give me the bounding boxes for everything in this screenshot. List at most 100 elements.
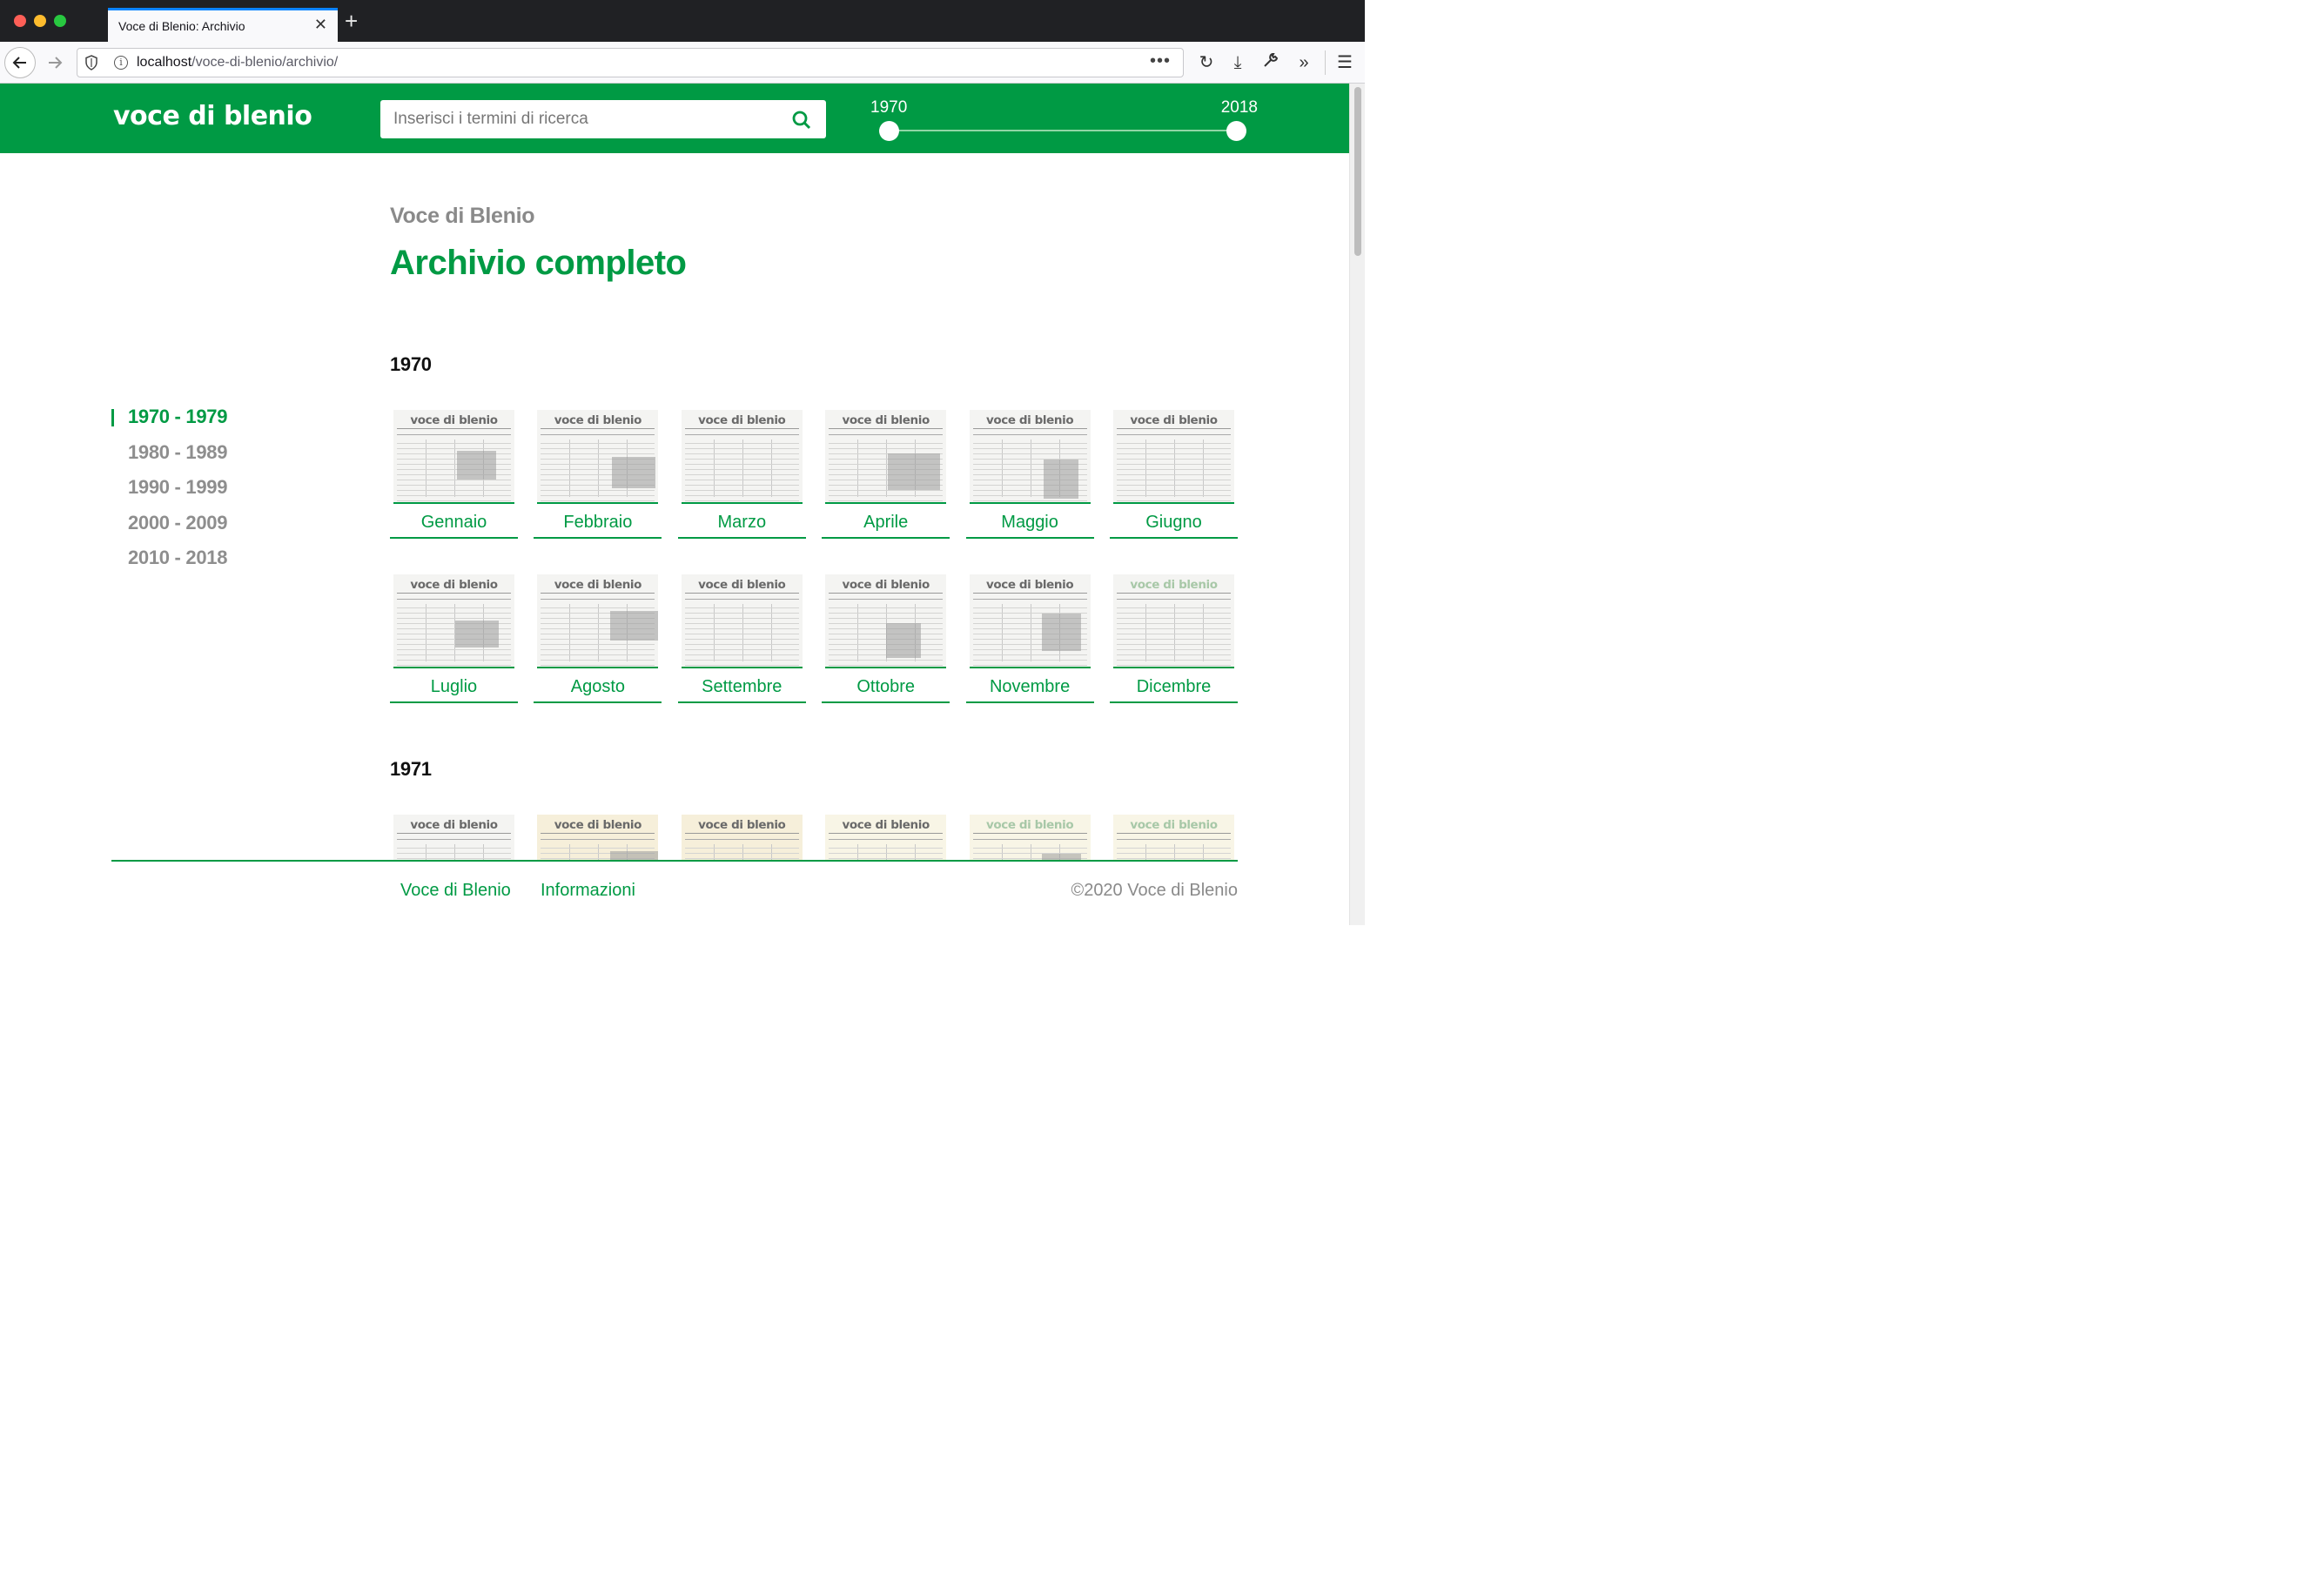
thumbnail-masthead: voce di blenio <box>829 818 944 834</box>
close-window-button[interactable] <box>14 15 26 27</box>
thumbnail-masthead: voce di blenio <box>829 413 944 429</box>
range-max-handle[interactable] <box>1226 121 1246 141</box>
issue-thumbnail[interactable]: voce di blenio <box>969 574 1091 668</box>
issue-month-label[interactable]: Novembre <box>966 677 1094 697</box>
tab-title: Voce di Blenio: Archivio <box>118 19 245 33</box>
footer-divider <box>111 860 1238 862</box>
issue-underline <box>965 537 1094 539</box>
decade-link[interactable]: 1970 - 1979 <box>111 406 227 441</box>
issue-underline <box>677 701 806 703</box>
issue-underline <box>965 701 1094 703</box>
address-bar[interactable]: i localhost/voce-di-blenio/archivio/ ••• <box>77 48 1184 77</box>
issue-thumbnail[interactable]: voce di blenio <box>537 574 659 668</box>
issue-thumbnail[interactable]: voce di blenio <box>681 410 803 504</box>
browser-navbar: i localhost/voce-di-blenio/archivio/ •••… <box>0 42 1365 84</box>
issue-thumbnail[interactable]: voce di blenio <box>1113 574 1234 668</box>
browser-tab[interactable]: Voce di Blenio: Archivio ✕ <box>108 8 338 42</box>
thumbnail-masthead: voce di blenio <box>397 413 511 429</box>
toolbar-separator <box>1325 50 1326 75</box>
issue-month-label[interactable]: Maggio <box>966 513 1094 533</box>
year-range-slider: 1970 2018 <box>870 84 1262 153</box>
issue-grid-1970: voce di blenio Gennaio voce di blenio Febbr… <box>390 410 1239 706</box>
site-header: voce di blenio 1970 2018 <box>0 84 1349 153</box>
decade-nav: 1970 - 1979 1980 - 1989 1990 - 1999 2000 - … <box>111 406 227 582</box>
thumbnail-masthead: voce di blenio <box>397 818 511 834</box>
page-title: Archivio completo <box>390 244 687 282</box>
issue-grid-1971: voce di blenio voce di blenio voce di blen… <box>390 815 1239 909</box>
thumbnail-masthead: voce di blenio <box>541 413 655 429</box>
issue-thumbnail[interactable]: voce di blenio <box>681 574 803 668</box>
decade-link[interactable]: 2010 - 2018 <box>111 547 227 582</box>
download-icon[interactable]: ⤓ <box>1226 50 1250 75</box>
issue-month-label[interactable]: Gennaio <box>390 513 518 533</box>
issue-underline <box>1110 701 1238 703</box>
maximize-window-button[interactable] <box>54 15 66 27</box>
footer-link-voce-di-blenio[interactable]: Voce di Blenio <box>400 881 511 901</box>
wrench-icon[interactable] <box>1259 50 1283 75</box>
range-track[interactable] <box>889 130 1237 131</box>
search-input[interactable] <box>380 100 781 138</box>
issue-month-label[interactable]: Settembre <box>678 677 806 697</box>
browser-titlebar: Voce di Blenio: Archivio ✕ + <box>0 0 1365 42</box>
new-tab-button[interactable]: + <box>345 10 358 32</box>
reload-icon[interactable]: ↻ <box>1194 50 1219 75</box>
issue-month-label[interactable]: Giugno <box>1110 513 1238 533</box>
thumbnail-masthead: voce di blenio <box>684 578 799 594</box>
year-heading: 1970 <box>390 353 432 375</box>
issue-thumbnail[interactable]: voce di blenio <box>537 410 659 504</box>
issue-month-label[interactable]: Agosto <box>534 677 662 697</box>
site-info-icon[interactable]: i <box>114 56 128 70</box>
issue-thumbnail[interactable]: voce di blenio <box>393 574 514 668</box>
issue-thumbnail[interactable]: voce di blenio <box>1113 410 1234 504</box>
page-actions-icon[interactable]: ••• <box>1150 51 1171 71</box>
range-min-label: 1970 <box>870 98 908 117</box>
page-kicker: Voce di Blenio <box>390 204 535 228</box>
thumbnail-masthead: voce di blenio <box>1117 578 1231 594</box>
issue-underline <box>677 537 806 539</box>
issue-month-label[interactable]: Dicembre <box>1110 677 1238 697</box>
issue-underline <box>534 537 662 539</box>
issue-underline <box>1110 537 1238 539</box>
shield-icon[interactable] <box>84 55 98 70</box>
range-max-label: 2018 <box>1220 98 1258 117</box>
thumbnail-masthead: voce di blenio <box>1117 818 1231 834</box>
thumbnail-masthead: voce di blenio <box>972 413 1087 429</box>
thumbnail-masthead: voce di blenio <box>972 578 1087 594</box>
issue-underline <box>390 701 518 703</box>
issue-month-label[interactable]: Ottobre <box>822 677 950 697</box>
url-text[interactable]: localhost/voce-di-blenio/archivio/ <box>137 55 338 70</box>
back-button[interactable] <box>4 47 36 78</box>
search-icon[interactable] <box>791 110 812 131</box>
issue-month-label[interactable]: Luglio <box>390 677 518 697</box>
overflow-chevron-icon[interactable]: » <box>1292 50 1316 75</box>
range-min-handle[interactable] <box>879 121 899 141</box>
issue-underline <box>822 537 950 539</box>
issue-month-label[interactable]: Marzo <box>678 513 806 533</box>
issue-thumbnail[interactable]: voce di blenio <box>825 574 947 668</box>
scrollbar-thumb[interactable] <box>1354 87 1361 256</box>
decade-link[interactable]: 2000 - 2009 <box>111 512 227 547</box>
footer-link-informazioni[interactable]: Informazioni <box>541 881 635 901</box>
issue-underline <box>822 701 950 703</box>
issue-thumbnail[interactable]: voce di blenio <box>969 410 1091 504</box>
decade-link[interactable]: 1980 - 1989 <box>111 441 227 477</box>
thumbnail-masthead: voce di blenio <box>829 578 944 594</box>
thumbnail-masthead: voce di blenio <box>397 578 511 594</box>
footer-copyright: ©2020 Voce di Blenio <box>1071 881 1238 900</box>
decade-link[interactable]: 1990 - 1999 <box>111 476 227 512</box>
issue-thumbnail[interactable]: voce di blenio <box>393 410 514 504</box>
issue-month-label[interactable]: Aprile <box>822 513 950 533</box>
hamburger-menu-icon[interactable]: ☰ <box>1333 50 1357 75</box>
thumbnail-masthead: voce di blenio <box>541 818 655 834</box>
search-box <box>380 100 826 138</box>
issue-thumbnail[interactable]: voce di blenio <box>825 410 947 504</box>
issue-month-label[interactable]: Febbraio <box>534 513 662 533</box>
minimize-window-button[interactable] <box>34 15 46 27</box>
year-heading: 1971 <box>390 758 432 780</box>
thumbnail-masthead: voce di blenio <box>972 818 1087 834</box>
forward-button[interactable] <box>39 47 71 78</box>
page-scrollbar[interactable] <box>1349 84 1365 925</box>
issue-underline <box>390 537 518 539</box>
site-logo[interactable]: voce di blenio <box>113 101 312 131</box>
close-tab-icon[interactable]: ✕ <box>314 16 327 34</box>
